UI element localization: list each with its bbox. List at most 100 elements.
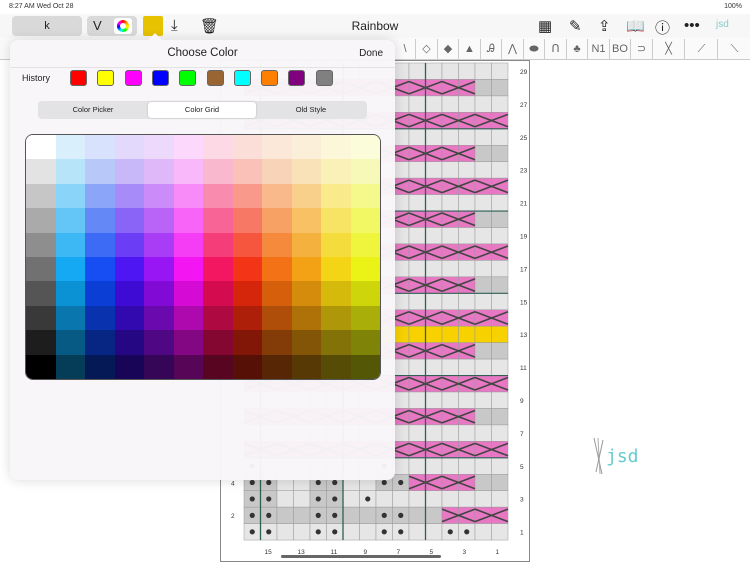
color-cell[interactable] bbox=[85, 330, 115, 355]
color-cell[interactable] bbox=[291, 159, 321, 184]
color-cell[interactable] bbox=[262, 305, 292, 331]
history-swatch[interactable] bbox=[124, 70, 142, 86]
color-cell[interactable] bbox=[173, 183, 203, 209]
color-cell[interactable] bbox=[350, 183, 380, 209]
color-cell[interactable] bbox=[26, 256, 56, 282]
color-cell[interactable] bbox=[85, 159, 115, 184]
color-cell[interactable] bbox=[291, 256, 321, 282]
stitch-tool[interactable]: ◆ bbox=[438, 39, 459, 59]
color-cell[interactable] bbox=[144, 305, 174, 331]
stitch-tool[interactable]: \ bbox=[395, 39, 416, 59]
color-cell[interactable] bbox=[232, 135, 262, 160]
color-cell[interactable] bbox=[114, 135, 144, 160]
color-cell[interactable] bbox=[291, 305, 321, 331]
history-swatch[interactable] bbox=[288, 70, 306, 86]
color-cell[interactable] bbox=[321, 305, 351, 331]
color-cell[interactable] bbox=[321, 256, 351, 282]
color-cell[interactable] bbox=[232, 183, 262, 209]
color-cell[interactable] bbox=[55, 135, 85, 160]
color-cell[interactable] bbox=[85, 256, 115, 282]
color-cell[interactable] bbox=[350, 281, 380, 306]
color-cell[interactable] bbox=[321, 330, 351, 355]
history-swatch[interactable] bbox=[261, 70, 279, 86]
color-cell[interactable] bbox=[262, 183, 292, 209]
more-icon[interactable]: ••• bbox=[684, 17, 700, 34]
stitch-tool[interactable]: BO bbox=[610, 39, 631, 59]
history-swatch[interactable] bbox=[233, 70, 251, 86]
color-cell[interactable] bbox=[262, 281, 292, 306]
color-cell[interactable] bbox=[262, 159, 292, 184]
history-swatch[interactable] bbox=[206, 70, 224, 86]
color-cell[interactable] bbox=[55, 183, 85, 209]
color-cell[interactable] bbox=[321, 183, 351, 209]
color-cell[interactable] bbox=[203, 208, 233, 233]
color-cell[interactable] bbox=[55, 305, 85, 331]
stitch-tool[interactable]: ╳ bbox=[653, 39, 685, 59]
stitch-tool[interactable]: ⋀ bbox=[503, 39, 524, 59]
color-cell[interactable] bbox=[85, 183, 115, 209]
color-cell[interactable] bbox=[114, 281, 144, 306]
color-cell[interactable] bbox=[262, 354, 292, 379]
history-swatch[interactable] bbox=[97, 70, 115, 86]
color-cell[interactable] bbox=[203, 330, 233, 355]
stitch-tool[interactable]: N1 bbox=[589, 39, 610, 59]
color-cell[interactable] bbox=[291, 232, 321, 257]
color-cell[interactable] bbox=[203, 281, 233, 306]
stitch-tool[interactable]: ⊃ bbox=[632, 39, 653, 59]
color-cell[interactable] bbox=[321, 232, 351, 257]
jsd-logo-button[interactable]: jsd bbox=[716, 19, 729, 30]
color-cell[interactable] bbox=[350, 232, 380, 257]
color-cell[interactable] bbox=[144, 256, 174, 282]
color-cell[interactable] bbox=[262, 208, 292, 233]
color-cell[interactable] bbox=[85, 208, 115, 233]
color-cell[interactable] bbox=[350, 159, 380, 184]
stitch-tool[interactable]: ᑎ bbox=[546, 39, 567, 59]
color-cell[interactable] bbox=[114, 354, 144, 379]
horizontal-scrollbar[interactable] bbox=[281, 555, 441, 558]
color-cell[interactable] bbox=[144, 183, 174, 209]
color-cell[interactable] bbox=[26, 330, 56, 355]
color-cell[interactable] bbox=[173, 281, 203, 306]
color-cell[interactable] bbox=[350, 256, 380, 282]
color-cell[interactable] bbox=[291, 330, 321, 355]
history-swatch[interactable] bbox=[70, 70, 87, 86]
color-cell[interactable] bbox=[262, 232, 292, 257]
color-cell[interactable] bbox=[55, 354, 85, 379]
color-cell[interactable] bbox=[232, 232, 262, 257]
stitch-tool[interactable]: ♣ bbox=[567, 39, 588, 59]
color-cell[interactable] bbox=[350, 330, 380, 355]
color-cell[interactable] bbox=[350, 305, 380, 331]
history-swatch[interactable] bbox=[179, 70, 197, 86]
color-cell[interactable] bbox=[173, 305, 203, 331]
color-cell[interactable] bbox=[232, 330, 262, 355]
color-cell[interactable] bbox=[232, 305, 262, 331]
stitch-tool[interactable]: ⟍ bbox=[719, 39, 750, 59]
color-cell[interactable] bbox=[114, 208, 144, 233]
color-cell[interactable] bbox=[173, 256, 203, 282]
color-cell[interactable] bbox=[144, 208, 174, 233]
color-cell[interactable] bbox=[144, 232, 174, 257]
color-cell[interactable] bbox=[85, 281, 115, 306]
grid-icon[interactable]: ▦ bbox=[538, 17, 552, 35]
history-swatch[interactable] bbox=[315, 70, 333, 86]
color-cell[interactable] bbox=[26, 208, 56, 233]
color-cell[interactable] bbox=[291, 208, 321, 233]
edit-icon[interactable]: ✎ bbox=[569, 17, 582, 35]
color-cell[interactable] bbox=[144, 330, 174, 355]
color-cell[interactable] bbox=[203, 354, 233, 379]
color-cell[interactable] bbox=[55, 281, 85, 306]
color-cell[interactable] bbox=[291, 135, 321, 160]
color-cell[interactable] bbox=[291, 354, 321, 379]
color-cell[interactable] bbox=[26, 232, 56, 257]
color-cell[interactable] bbox=[232, 281, 262, 306]
color-cell[interactable] bbox=[203, 232, 233, 257]
color-cell[interactable] bbox=[232, 208, 262, 233]
color-cell[interactable] bbox=[85, 305, 115, 331]
color-cell[interactable] bbox=[350, 354, 380, 379]
color-cell[interactable] bbox=[173, 330, 203, 355]
color-cell[interactable] bbox=[232, 159, 262, 184]
color-cell[interactable] bbox=[321, 281, 351, 306]
color-cell[interactable] bbox=[262, 256, 292, 282]
color-cell[interactable] bbox=[350, 208, 380, 233]
color-cell[interactable] bbox=[144, 159, 174, 184]
